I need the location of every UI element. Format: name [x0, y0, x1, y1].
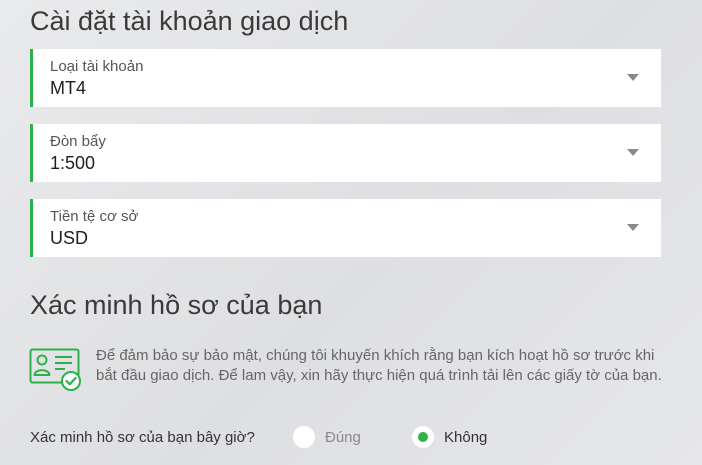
- verify-no-radio[interactable]: Không: [412, 425, 487, 449]
- base-currency-select[interactable]: Tiền tệ cơ sở USD: [30, 199, 661, 257]
- account-type-value: MT4: [50, 78, 86, 98]
- verify-info-block: Để đảm bảo sự bảo mật, chúng tôi khuyến …: [29, 346, 669, 406]
- chevron-down-icon[interactable]: [627, 224, 639, 231]
- leverage-label: Đòn bẩy: [50, 133, 106, 150]
- id-card-check-icon: [29, 348, 81, 391]
- leverage-value: 1:500: [50, 153, 96, 173]
- verify-yes-label[interactable]: Đúng: [325, 429, 361, 446]
- radio-circle-checked[interactable]: [412, 426, 434, 448]
- verify-question-label: Xác minh hồ sơ của bạn bây giờ?: [30, 429, 255, 446]
- base-currency-label: Tiền tệ cơ sở: [50, 208, 139, 225]
- leverage-select[interactable]: Đòn bẩy 1:500: [30, 124, 661, 182]
- chevron-down-icon[interactable]: [627, 74, 639, 81]
- verify-yes-radio[interactable]: Đúng: [293, 425, 361, 449]
- account-type-select[interactable]: Loại tài khoản MT4: [30, 49, 661, 107]
- verify-info-text: Để đảm bảo sự bảo mật, chúng tôi khuyến …: [96, 347, 662, 384]
- verify-no-label[interactable]: Không: [444, 429, 487, 446]
- verify-profile-title: Xác minh hồ sơ của bạn: [30, 290, 323, 320]
- radio-circle-unchecked[interactable]: [293, 426, 315, 448]
- chevron-down-icon[interactable]: [627, 149, 639, 156]
- account-settings-title: Cài đặt tài khoản giao dịch: [30, 6, 349, 36]
- base-currency-value: USD: [50, 228, 89, 248]
- account-type-label: Loại tài khoản: [50, 58, 144, 75]
